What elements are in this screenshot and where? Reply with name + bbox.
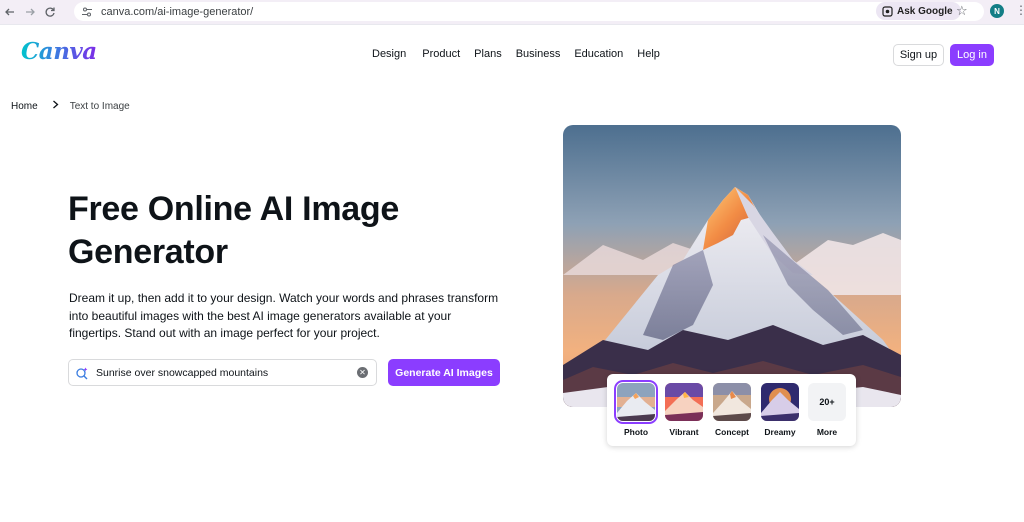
photo-thumb[interactable] xyxy=(614,380,658,424)
vibrant-thumb[interactable] xyxy=(665,383,703,421)
page-title: Free Online AI Image Generator xyxy=(68,188,468,274)
prompt-field[interactable]: ✕ xyxy=(68,359,377,386)
signup-button[interactable]: Sign up xyxy=(893,44,944,66)
bookmark-star-icon[interactable]: ☆ xyxy=(956,3,968,19)
profile-avatar[interactable]: N xyxy=(990,4,1004,18)
concept-thumb[interactable] xyxy=(713,383,751,421)
clear-icon[interactable]: ✕ xyxy=(357,367,368,378)
generate-ai-images-button[interactable]: Generate AI Images xyxy=(388,359,500,386)
prompt-input[interactable] xyxy=(96,366,357,379)
ask-google-label: Ask Google xyxy=(897,5,953,17)
style-label-vibrant: Vibrant xyxy=(669,427,699,437)
style-option-vibrant[interactable]: Vibrant xyxy=(663,383,705,437)
canva-logo[interactable]: Canva xyxy=(21,38,97,65)
browser-menu-icon[interactable]: ⋮ xyxy=(1015,3,1024,17)
style-option-dreamy[interactable]: Dreamy xyxy=(759,383,801,437)
dreamy-thumb[interactable] xyxy=(761,383,799,421)
page-title-line2: Generator xyxy=(68,233,228,271)
style-label-more: More xyxy=(816,427,838,437)
nav-product[interactable]: Product xyxy=(422,48,460,60)
nav-plans[interactable]: Plans xyxy=(474,48,502,60)
reload-icon[interactable] xyxy=(40,2,60,22)
breadcrumb-home[interactable]: Home xyxy=(11,101,38,112)
style-label-concept: Concept xyxy=(715,427,749,437)
style-label-photo: Photo xyxy=(623,427,649,437)
chevron-right-icon xyxy=(52,100,59,112)
style-option-concept[interactable]: Concept xyxy=(711,383,753,437)
hero-description: Dream it up, then add it to your design.… xyxy=(69,290,509,343)
lens-icon xyxy=(882,5,893,17)
nav-help[interactable]: Help xyxy=(637,48,660,60)
forward-arrow-icon[interactable] xyxy=(20,2,40,22)
url-text: canva.com/ai-image-generator/ xyxy=(101,5,254,18)
style-option-more[interactable]: 20+ More xyxy=(806,383,848,437)
site-settings-icon[interactable] xyxy=(81,6,95,18)
address-bar[interactable]: canva.com/ai-image-generator/ xyxy=(74,2,984,21)
style-label-dreamy: Dreamy xyxy=(764,427,796,437)
ask-google-button[interactable]: Ask Google xyxy=(876,2,961,20)
more-styles-badge[interactable]: 20+ xyxy=(808,383,846,421)
style-option-photo[interactable]: Photo xyxy=(614,380,658,437)
nav-education[interactable]: Education xyxy=(574,48,623,60)
hero-description-line2: into beautiful images with the best AI i… xyxy=(69,308,452,323)
nav-design[interactable]: Design xyxy=(372,48,406,60)
breadcrumb-current: Text to Image xyxy=(69,100,130,112)
back-arrow-icon[interactable] xyxy=(0,2,20,22)
main-nav: Design Product Plans Business Education … xyxy=(372,48,660,60)
hero-mountain-image xyxy=(563,125,901,407)
page-title-line1: Free Online AI Image xyxy=(68,190,399,228)
hero-description-line3: fingertips. Stand out with an image perf… xyxy=(69,326,380,340)
hero-description-line1: Dream it up, then add it to your design.… xyxy=(69,291,499,305)
style-picker: Photo Vibrant Concept Dreamy 20+ More xyxy=(607,374,856,446)
login-button[interactable]: Log in xyxy=(950,44,994,66)
magic-search-icon xyxy=(75,366,89,380)
breadcrumb: Home Text to Image xyxy=(11,100,130,112)
site-header: Canva Design Product Plans Business Educ… xyxy=(0,24,1024,84)
browser-toolbar: canva.com/ai-image-generator/ Ask Google… xyxy=(0,0,1024,24)
nav-business[interactable]: Business xyxy=(516,48,561,60)
